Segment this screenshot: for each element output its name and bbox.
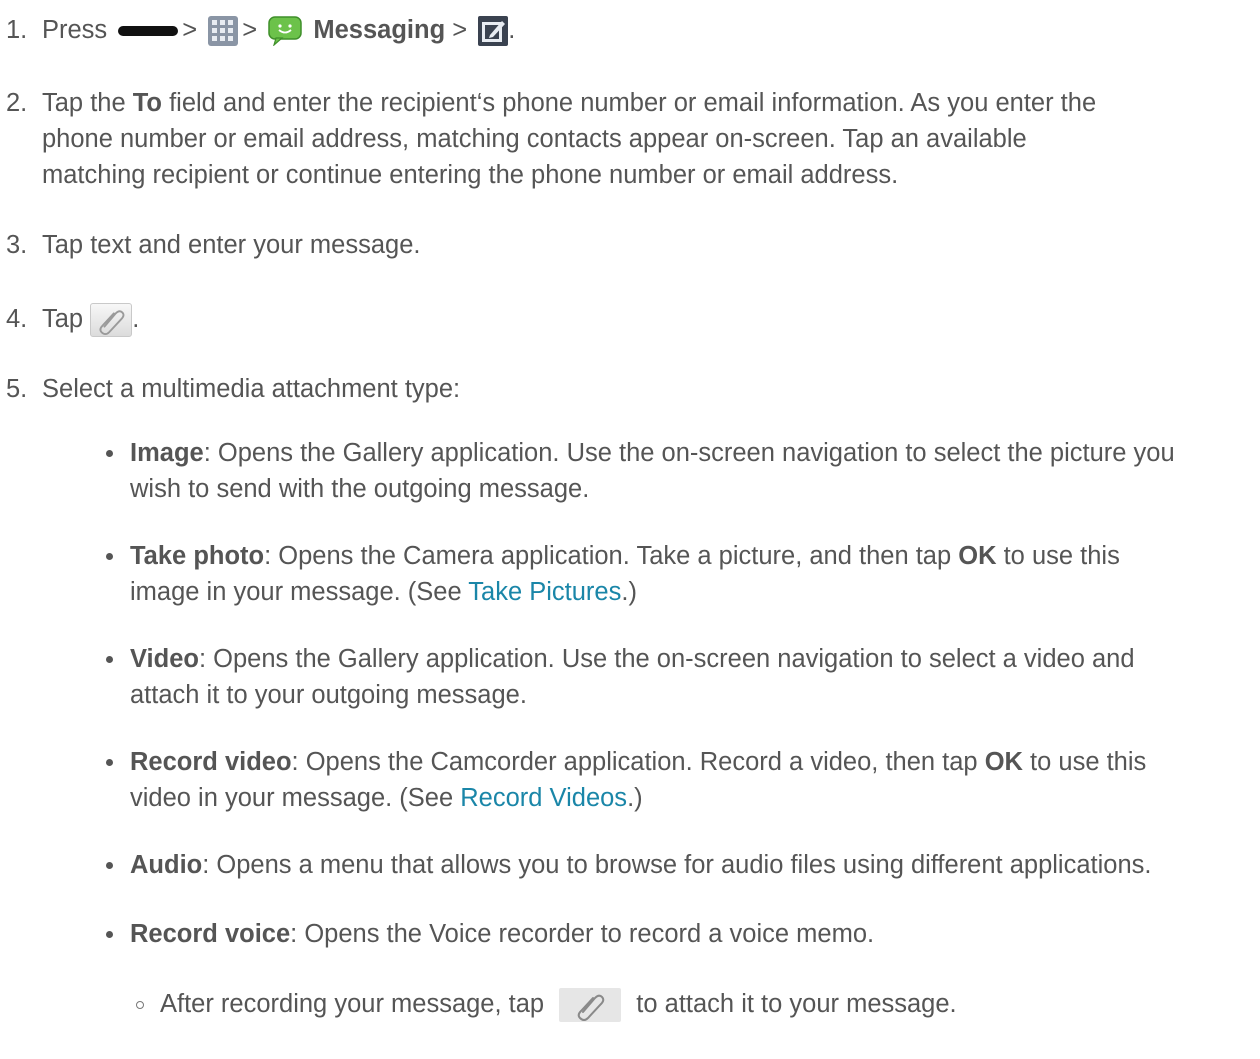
step-number: 3. [6,231,28,259]
separator: > [182,16,198,44]
instructions-page: 1. Press > > Messaging > . 2. Tap the To… [0,0,1260,1059]
separator: > [242,16,258,44]
compose-icon [478,16,509,47]
bullet [106,931,113,938]
option-text: : Opens the Camcorder application. Recor… [291,748,985,776]
option-text: : Opens the Gallery application. Use the… [203,439,1175,467]
option-take-photo: Take photo: Opens the Camera application… [130,538,1120,575]
ok-label: OK [958,542,997,570]
step-2-line-2: phone number or email address, matching … [42,125,1027,153]
option-text: to use this [1022,748,1147,776]
option-record-voice: Record voice: Opens the Voice recorder t… [130,916,874,953]
bullet [106,656,113,663]
option-video: Video: Opens the Gallery application. Us… [130,641,1135,678]
period: . [132,305,140,333]
step-text: Tap [42,305,84,333]
step-number: 2. [6,89,28,117]
option-text: After recording your message, tap [160,990,545,1018]
step-text: field and enter the recipient‘s phone nu… [162,89,1097,117]
option-label: Audio [130,851,203,879]
option-image: Image: Opens the Gallery application. Us… [130,435,1175,472]
option-audio: Audio: Opens a menu that allows you to b… [130,847,1151,884]
option-text: : Opens a menu that allows you to browse… [202,851,1152,879]
messaging-app-icon [268,16,303,47]
separator: > [452,16,468,44]
step-number: 5. [6,375,28,403]
bullet [106,450,113,457]
step-4: Tap . [42,301,139,338]
option-text: .) [627,784,643,812]
option-label: Record voice [130,920,291,948]
option-label: Image [130,439,204,467]
option-label: Record video [130,748,292,776]
step-1: Press > > Messaging > . [42,12,515,49]
option-text: : Opens the Camera application. Take a p… [264,542,959,570]
option-label: Video [130,645,199,673]
option-record-video-line-2: video in your message. (See Record Video… [130,780,643,817]
take-pictures-link[interactable]: Take Pictures [468,578,621,606]
bullet [106,553,113,560]
ok-label: OK [984,748,1023,776]
option-video-line-2: attach it to your outgoing message. [130,681,527,709]
messaging-label: Messaging [313,16,446,44]
option-text: : Opens the Voice recorder to record a v… [290,920,875,948]
paperclip-icon [559,988,622,1023]
option-text: : Opens the Gallery application. Use the… [198,645,1135,673]
option-take-photo-line-2: image in your message. (See Take Picture… [130,574,637,611]
bullet [106,759,113,766]
apps-grid-icon [208,16,239,47]
option-text: to use this [996,542,1120,570]
to-field-label: To [132,89,162,117]
step-2-line-3: matching recipient or continue entering … [42,161,899,189]
step-2: Tap the To field and enter the recipient… [42,85,1096,122]
option-label: Take photo [130,542,265,570]
step-text: Tap the [42,89,133,117]
bullet [106,862,113,869]
option-text: to attach it to your message. [636,990,957,1018]
step-5: Select a multimedia attachment type: [42,375,461,403]
option-text: video in your message. (See [130,784,461,812]
paperclip-icon [90,303,133,338]
option-record-voice-sub: After recording your message, tap to att… [160,986,957,1023]
step-number: 1. [6,16,28,44]
step-number: 4. [6,305,28,333]
option-image-line-2: wish to send with the outgoing message. [130,475,590,503]
record-videos-link[interactable]: Record Videos [460,784,627,812]
step-text: Press [42,16,108,44]
step-3: Tap text and enter your message. [42,231,421,259]
home-button-icon [118,26,179,37]
option-record-video: Record video: Opens the Camcorder applic… [130,744,1146,781]
option-text: image in your message. (See [130,578,469,606]
period: . [508,16,516,44]
option-text: .) [621,578,637,606]
sub-bullet [136,1001,144,1009]
